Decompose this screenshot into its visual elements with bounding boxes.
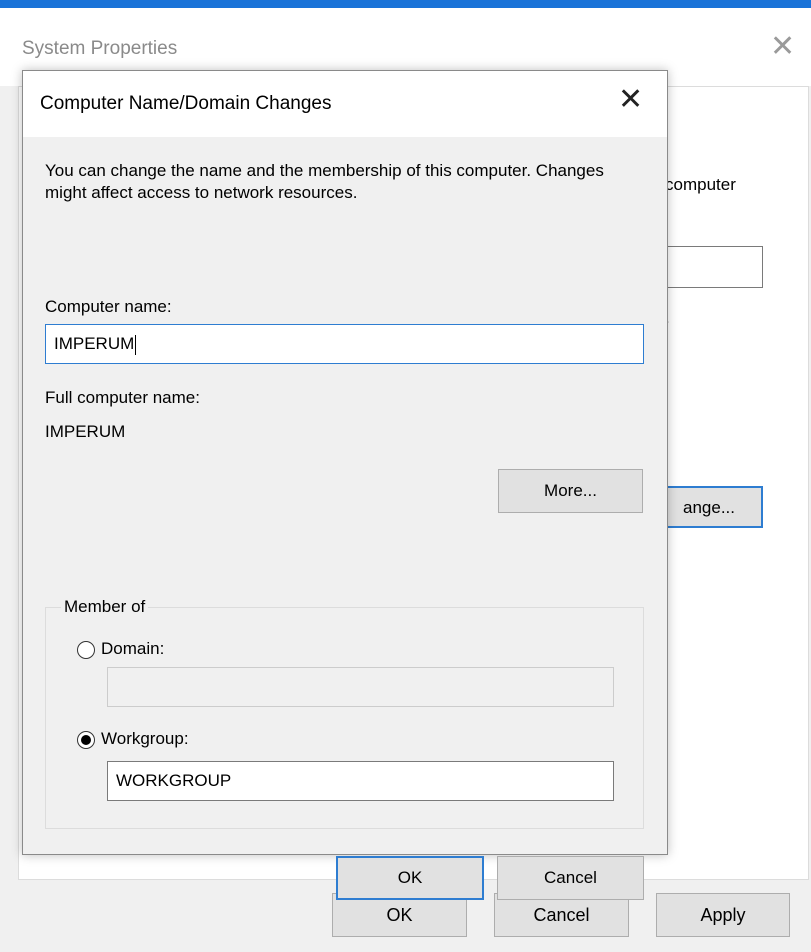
- computer-name-label: Computer name:: [45, 297, 172, 316]
- dialog-cancel-button[interactable]: Cancel: [497, 856, 644, 900]
- domain-radio[interactable]: [77, 641, 95, 659]
- full-computer-name-label: Full computer name:: [45, 388, 200, 407]
- dialog-body: You can change the name and the membersh…: [23, 137, 667, 900]
- dialog-titlebar: Computer Name/Domain Changes ✕: [23, 71, 667, 137]
- domain-input[interactable]: [107, 667, 614, 707]
- domain-label: Domain:: [101, 639, 165, 658]
- computer-description-text: computer: [665, 175, 736, 194]
- dialog-title: Computer Name/Domain Changes: [40, 93, 332, 114]
- computer-name-dialog: Computer Name/Domain Changes ✕ You can c…: [22, 70, 668, 900]
- computer-name-input[interactable]: IMPERUM: [45, 324, 644, 364]
- workgroup-value: WORKGROUP: [116, 771, 232, 790]
- window-accent-bar: [0, 0, 811, 8]
- more-button[interactable]: More...: [498, 469, 643, 513]
- system-properties-close-icon[interactable]: ✕: [770, 32, 795, 62]
- dialog-description: You can change the name and the membersh…: [45, 161, 604, 202]
- system-apply-button[interactable]: Apply: [656, 893, 790, 937]
- full-computer-name-value: IMPERUM: [45, 422, 126, 441]
- change-button-label: ange...: [683, 498, 735, 517]
- system-properties-title: System Properties: [22, 38, 178, 59]
- computer-description-input[interactable]: [660, 246, 763, 288]
- dialog-close-icon[interactable]: ✕: [618, 85, 643, 115]
- workgroup-radio[interactable]: [77, 731, 95, 749]
- radio-selected-dot: [81, 735, 91, 745]
- member-of-legend: Member of: [61, 597, 149, 617]
- computer-name-value: IMPERUM: [54, 334, 135, 353]
- text-caret: [135, 334, 137, 355]
- dialog-ok-button[interactable]: OK: [336, 856, 484, 900]
- workgroup-input[interactable]: WORKGROUP: [107, 761, 614, 801]
- workgroup-label: Workgroup:: [101, 729, 189, 748]
